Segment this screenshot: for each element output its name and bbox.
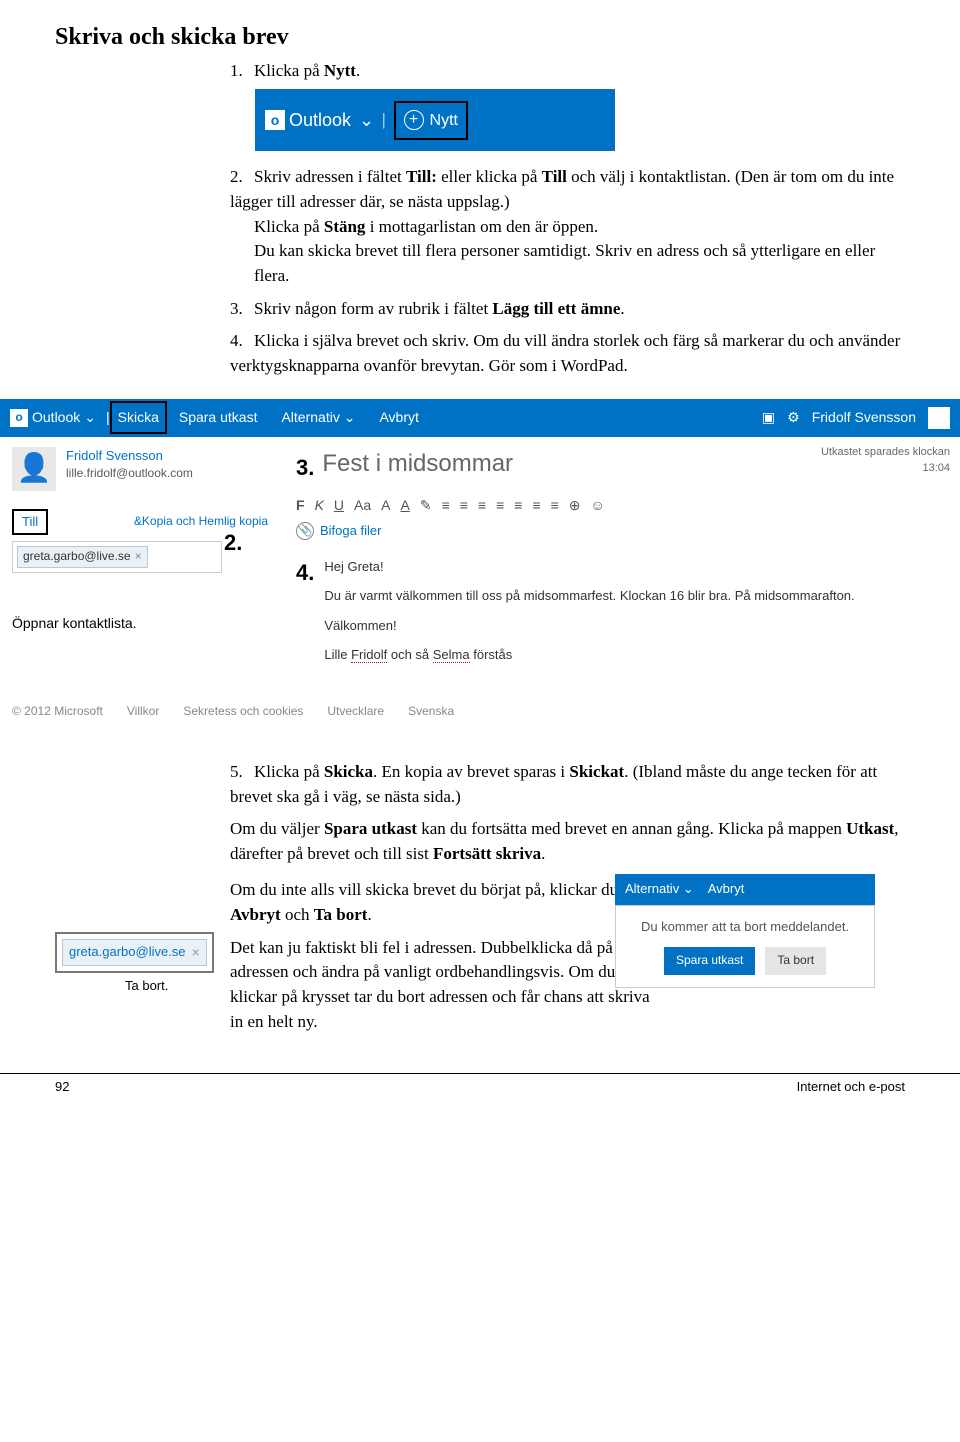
new-mail-button[interactable]: + Nytt [394,101,468,140]
sender-email: lille.fridolf@outlook.com [66,465,193,482]
recipient-chip[interactable]: greta.garbo@live.se × [62,939,207,965]
privacy-link[interactable]: Sekretess och cookies [183,703,303,720]
language-link[interactable]: Svenska [408,703,454,720]
options-button[interactable]: Alternativ ⌄ [625,880,694,899]
fmt-list-bul[interactable]: ≡ [460,495,468,515]
chevron-down-icon: ⌄ [84,407,96,427]
para-avbryt: Om du inte alls vill skicka brevet du bö… [230,878,650,927]
dialog-message: Du kommer att ta bort meddelandet. [628,918,862,937]
save-draft-button[interactable]: Spara utkast [167,407,270,427]
chip-closeup: greta.garbo@live.se × [55,932,230,972]
open-contacts-note: Öppnar kontaktlista. [12,613,268,633]
subject-field[interactable]: Fest i midsommar [322,447,513,482]
cancel-button[interactable]: Avbryt [367,407,430,427]
fmt-underline[interactable]: U [334,495,344,515]
callout-2: 2. [224,527,242,559]
para-fel-adress: Det kan ju faktiskt bli fel i adressen. … [230,936,650,1035]
delete-dialog-screenshot: Alternativ ⌄ Avbryt Du kommer att ta bor… [615,874,875,987]
outlook-icon: o [10,409,28,427]
para-spara-utkast: Om du väljer Spara utkast kan du fortsät… [230,817,905,866]
user-name: Fridolf Svensson [812,407,916,427]
fmt-align-l[interactable]: ≡ [514,495,522,515]
outlook-logo: o Outlook ⌄ [10,407,96,427]
avatar[interactable] [928,407,950,429]
step-2: 2.Skriv adressen i fältet Till: eller kl… [230,165,905,214]
delete-button[interactable]: Ta bort [765,947,826,974]
fmt-bold[interactable]: F [296,495,305,515]
callout-4: 4. [296,557,314,675]
ta-bort-label: Ta bort. [125,977,230,996]
gear-icon[interactable]: ⚙ [787,407,800,427]
step-2b: Klicka på Stäng i mottagarlistan om den … [254,215,905,240]
page-number: 92 [55,1078,69,1097]
callout-3: 3. [296,452,314,484]
fmt-highlight[interactable]: ✎ [420,495,432,515]
outlook-header-screenshot: o Outlook ⌄ | + Nytt [255,89,615,151]
developers-link[interactable]: Utvecklare [327,703,384,720]
step-4: 4.Klicka i själva brevet och skriv. Om d… [230,329,905,378]
cc-bcc-link[interactable]: &Kopia och Hemlig kopia [134,513,268,530]
plus-icon: + [404,110,424,130]
format-toolbar: F K U Aa A A ✎ ≡ ≡ ≡ ≡ ≡ ≡ ≡ ⊕ ☺ [296,495,944,515]
copyright: © 2012 Microsoft [12,703,103,720]
fmt-list-num[interactable]: ≡ [442,495,450,515]
step-3: 3.Skriv någon form av rubrik i fältet Lä… [230,297,905,322]
recipient-chip[interactable]: greta.garbo@live.se × [17,546,148,567]
step-5: 5.Klicka på Skicka. En kopia av brevet s… [230,760,905,809]
step-1: 1.Klicka på Nytt. [230,59,905,84]
chevron-down-icon: ⌄ [344,409,356,425]
remove-recipient-icon[interactable]: × [192,942,200,962]
fmt-align-r[interactable]: ≡ [551,495,559,515]
chevron-down-icon: ⌄ [359,107,374,133]
to-field[interactable]: greta.garbo@live.se × [12,541,222,572]
sender-info: 👤 Fridolf Svensson lille.fridolf@outlook… [12,447,268,491]
compose-toolbar: o Outlook ⌄ | Skicka Spara utkast Altern… [0,399,960,437]
outlook-logo: o Outlook ⌄ [265,107,374,133]
cancel-button[interactable]: Avbryt [708,880,745,899]
remove-recipient-icon[interactable]: × [135,548,142,565]
send-button[interactable]: Skicka [110,401,167,433]
fmt-size[interactable]: A [381,495,390,515]
to-button[interactable]: Till [12,509,48,536]
compose-screenshot: o Outlook ⌄ | Skicka Spara utkast Altern… [0,399,960,738]
outlook-icon: o [265,110,285,130]
footer-title: Internet och e-post [797,1078,905,1097]
fmt-indent-dec[interactable]: ≡ [496,495,504,515]
fmt-align-c[interactable]: ≡ [532,495,540,515]
footer-links: © 2012 Microsoft Villkor Sekretess och c… [0,685,960,738]
step-2c: Du kan skicka brevet till flera personer… [254,239,905,288]
page-heading: Skriva och skicka brev [55,20,905,55]
avatar-placeholder: 👤 [12,447,56,491]
save-draft-button[interactable]: Spara utkast [664,947,755,974]
fmt-emoji[interactable]: ☺ [591,495,605,515]
fmt-indent-inc[interactable]: ≡ [478,495,486,515]
fmt-color[interactable]: A [401,495,410,515]
options-button[interactable]: Alternativ ⌄ [269,407,367,427]
chat-icon[interactable]: ▣ [762,407,775,427]
fmt-font[interactable]: Aa [354,495,371,515]
draft-saved-note: Utkastet sparades klockan13:04 [821,445,950,477]
chevron-down-icon: ⌄ [683,881,694,896]
message-body[interactable]: Hej Greta! Du är varmt välkommen till os… [324,557,854,675]
fmt-link[interactable]: ⊕ [569,495,581,515]
attach-files[interactable]: 📎 Bifoga filer [296,522,944,541]
sender-name: Fridolf Svensson [66,447,193,466]
terms-link[interactable]: Villkor [127,703,159,720]
fmt-italic[interactable]: K [315,495,324,515]
paperclip-icon: 📎 [296,522,314,540]
